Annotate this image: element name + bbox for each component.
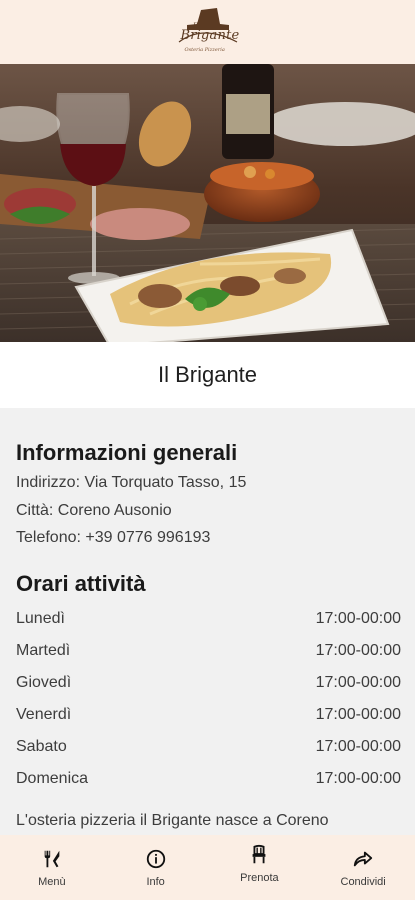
hours-time: 17:00-00:00 [315,706,401,723]
hours-row: Giovedì 17:00-00:00 [16,674,401,698]
info-section-title: Informazioni generali [16,440,238,465]
restaurant-name: Il Brigante [157,362,258,387]
hours-day: Venerdì [16,706,72,723]
hours-day: Domenica [16,770,89,787]
nav-label-info: Info [146,875,165,888]
restaurant-name-block: Il Brigante [0,342,415,408]
nav-label-condividi: Condividi [340,875,386,888]
hours-row: Sabato 17:00-00:00 [16,738,401,762]
city-text: Città: Coreno Ausonio [16,502,172,519]
nav-item-prenota[interactable]: Prenota [208,827,312,900]
hours-time: 17:00-00:00 [315,674,401,691]
nav-label-menu: Menù [38,875,66,888]
hours-day: Sabato [16,738,67,755]
nav-item-info[interactable]: Info [104,835,208,900]
hours-section-title: Orari attività [16,571,146,596]
hours-day: Martedì [16,642,71,659]
share-icon [353,851,373,866]
bottom-navigation: Menù Info Prenota Condividi [0,835,415,900]
address-text: Indirizzo: Via Torquato Tasso, 15 [16,474,247,491]
phone-text[interactable]: Telefono: +39 0776 996193 [16,529,210,547]
hours-time: 17:00-00:00 [315,738,401,755]
info-icon [146,849,165,868]
hours-time: 17:00-00:00 [315,770,401,787]
hours-day: Giovedì [16,674,72,691]
hours-row: Venerdì 17:00-00:00 [16,706,401,730]
hero-image [0,64,415,342]
hours-time: 17:00-00:00 [315,642,401,659]
hours-row: Lunedì 17:00-00:00 [16,610,401,634]
content-area[interactable]: Informazioni generali Indirizzo: Via Tor… [0,408,415,835]
hours-day: Lunedì [16,610,65,627]
cutlery-icon [44,850,60,867]
hours-time: 17:00-00:00 [315,610,401,627]
logo-title: Brigante [180,28,240,43]
nav-item-condividi[interactable]: Condividi [311,835,415,900]
top-bar: Il Brigante Osteria Pizzeria [0,0,415,64]
hours-row: Martedì 17:00-00:00 [16,642,401,666]
hours-row: Domenica 17:00-00:00 [16,770,401,794]
logo-subtitle: Osteria Pizzeria [184,47,225,53]
nav-item-menu[interactable]: Menù [0,835,104,900]
nav-label-prenota: Prenota [240,871,279,884]
chair-icon [252,844,266,863]
logo: Il Brigante Osteria Pizzeria [173,4,243,60]
